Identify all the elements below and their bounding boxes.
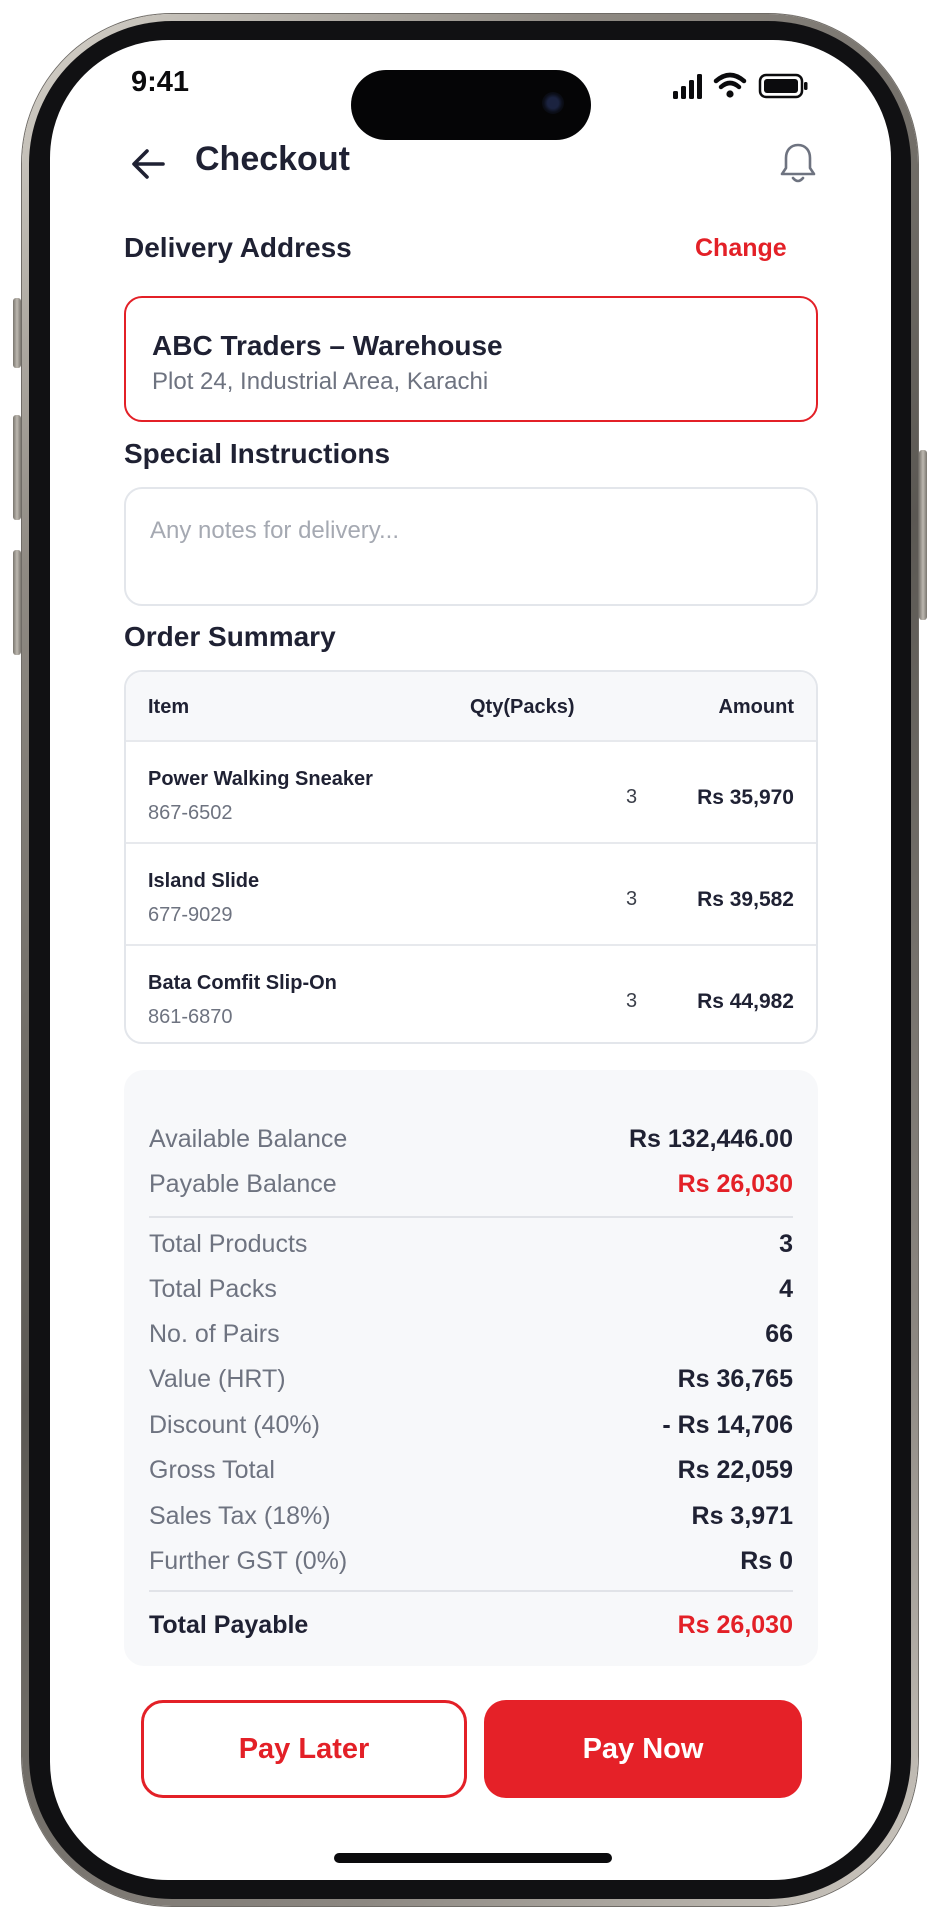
order-table: Item Qty(Packs) Amount Power Walking Sne… <box>124 670 818 1044</box>
payable-balance-value: Rs 26,030 <box>677 1170 793 1198</box>
summary-label: Value (HRT) <box>149 1365 286 1393</box>
delivery-address-title: Delivery Address <box>124 232 352 263</box>
summary-row: No. of Pairs 66 <box>149 1320 793 1354</box>
summary-row: Value (HRT) Rs 36,765 <box>149 1365 793 1399</box>
volume-down-button <box>13 550 21 655</box>
battery-icon <box>758 73 808 99</box>
item-name: Island Slide <box>148 870 260 892</box>
item-name: Bata Comfit Slip-On <box>148 972 337 994</box>
summary-label: Discount (40%) <box>149 1411 320 1439</box>
total-payable-value: Rs 26,030 <box>677 1611 793 1639</box>
column-header-amount: Amount <box>718 696 794 718</box>
table-header: Item Qty(Packs) Amount <box>126 672 816 742</box>
available-balance-row: Available Balance Rs 132,446.00 <box>149 1125 793 1159</box>
summary-row: Further GST (0%) Rs 0 <box>149 1547 793 1581</box>
summary-label: Total Packs <box>149 1275 277 1303</box>
item-code: 677-9029 <box>148 904 233 926</box>
status-time: 9:41 <box>131 66 190 98</box>
delivery-notes-input[interactable] <box>124 487 818 606</box>
item-code: 861-6870 <box>148 1006 233 1028</box>
summary-divider <box>149 1216 793 1218</box>
item-name: Power Walking Sneaker <box>148 768 373 790</box>
summary-row: Total Packs 4 <box>149 1275 793 1309</box>
arrow-left-icon[interactable] <box>130 146 166 182</box>
item-amount: Rs 35,970 <box>697 786 794 809</box>
page-title: Checkout <box>195 140 350 178</box>
summary-label: Further GST (0%) <box>149 1547 348 1575</box>
summary-value: Rs 0 <box>740 1547 793 1575</box>
cellular-signal-icon <box>673 74 702 99</box>
payable-balance-row: Payable Balance Rs 26,030 <box>149 1170 793 1204</box>
summary-divider <box>149 1590 793 1592</box>
payment-summary-panel: Available Balance Rs 132,446.00 Payable … <box>124 1070 818 1666</box>
address-name: ABC Traders – Warehouse <box>152 330 503 361</box>
summary-value: 3 <box>779 1230 793 1258</box>
summary-label: Gross Total <box>149 1456 275 1484</box>
column-header-qty: Qty(Packs) <box>470 696 575 718</box>
address-line: Plot 24, Industrial Area, Karachi <box>152 368 489 395</box>
special-instructions-title: Special Instructions <box>124 438 391 469</box>
table-row: Power Walking Sneaker 867-6502 3 Rs 35,9… <box>126 740 816 844</box>
available-balance-value: Rs 132,446.00 <box>628 1125 793 1153</box>
home-indicator <box>334 1853 612 1863</box>
summary-label: No. of Pairs <box>149 1320 280 1348</box>
volume-up-button <box>13 415 21 520</box>
table-row: Bata Comfit Slip-On 861-6870 3 Rs 44,982 <box>126 944 816 1042</box>
item-amount: Rs 44,982 <box>697 990 794 1013</box>
summary-value: 66 <box>765 1320 793 1348</box>
order-summary-title: Order Summary <box>124 621 336 652</box>
item-qty: 3 <box>626 786 638 808</box>
status-icons <box>673 72 808 99</box>
bell-icon[interactable] <box>779 141 817 185</box>
action-button <box>13 298 21 368</box>
item-amount: Rs 39,582 <box>697 888 794 911</box>
summary-value: Rs 22,059 <box>677 1456 793 1484</box>
summary-label: Total Products <box>149 1230 308 1258</box>
total-payable-row: Total Payable Rs 26,030 <box>149 1611 793 1645</box>
power-button <box>919 450 927 620</box>
item-qty: 3 <box>626 888 638 910</box>
summary-value: Rs 36,765 <box>677 1365 793 1393</box>
available-balance-label: Available Balance <box>149 1125 348 1153</box>
payable-balance-label: Payable Balance <box>149 1170 337 1198</box>
total-payable-label: Total Payable <box>149 1611 309 1639</box>
summary-row: Gross Total Rs 22,059 <box>149 1456 793 1490</box>
summary-row: Sales Tax (18%) Rs 3,971 <box>149 1502 793 1536</box>
item-qty: 3 <box>626 990 638 1012</box>
delivery-address-card[interactable]: ABC Traders – Warehouse Plot 24, Industr… <box>124 296 818 422</box>
wifi-icon <box>713 72 747 98</box>
table-row: Island Slide 677-9029 3 Rs 39,582 <box>126 842 816 946</box>
front-camera <box>542 92 564 114</box>
column-header-item: Item <box>148 696 190 718</box>
summary-label: Sales Tax (18%) <box>149 1502 331 1530</box>
pay-later-button[interactable]: Pay Later <box>141 1700 467 1798</box>
summary-value: 4 <box>779 1275 793 1303</box>
summary-value: - Rs 14,706 <box>662 1411 793 1439</box>
summary-value: Rs 3,971 <box>691 1502 793 1530</box>
item-code: 867-6502 <box>148 802 233 824</box>
summary-row: Discount (40%) - Rs 14,706 <box>149 1411 793 1445</box>
summary-row: Total Products 3 <box>149 1230 793 1264</box>
change-address-link[interactable]: Change <box>695 234 787 263</box>
pay-now-button[interactable]: Pay Now <box>484 1700 802 1798</box>
